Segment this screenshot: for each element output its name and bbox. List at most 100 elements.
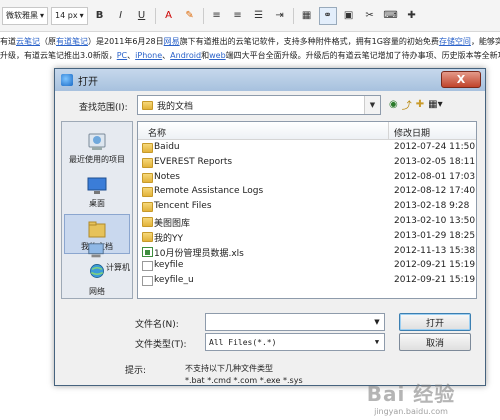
dialog-title: 打开 <box>78 76 98 88</box>
toolbar-divider <box>202 7 204 24</box>
close-button[interactable]: X <box>441 71 481 88</box>
close-icon: X <box>456 73 466 86</box>
place-network[interactable]: 网络 <box>64 282 130 298</box>
filetype-label: 文件类型(T): <box>135 340 187 350</box>
folder-icon <box>142 157 153 168</box>
text-segment: 和 <box>201 51 210 60</box>
chevron-down-icon: ▾ <box>40 11 45 20</box>
filetype-value: All Files(*.*) <box>209 337 277 347</box>
highlight-icon[interactable]: ✎ <box>181 7 199 25</box>
file-date: 2012-11-13 15:38 <box>394 245 476 256</box>
more-icon[interactable]: ✚ <box>403 7 421 25</box>
dialog-titlebar[interactable]: 打开 X <box>55 69 485 91</box>
up-folder-icon[interactable]: ⤴ <box>402 97 412 112</box>
list-icon[interactable]: ☰ <box>250 7 268 25</box>
link-icon[interactable]: ⚭ <box>318 6 337 25</box>
file-date: 2013-02-05 18:11 <box>394 156 476 167</box>
file-list[interactable]: 名称 修改日期 Baidu 2012-07-24 11:50 EVEREST Rep… <box>137 121 477 299</box>
link-wangyi[interactable]: 网易 <box>164 37 180 46</box>
place-recent[interactable]: 最近使用的项目 <box>64 126 130 166</box>
editor-content[interactable]: 有道云笔记（原有道笔记）是2011年6月28日网易旗下有道推出的云笔记软件，支持… <box>0 32 500 64</box>
file-date: 2013-01-29 18:25 <box>394 230 476 241</box>
link-pc[interactable]: PC <box>117 51 127 60</box>
code-icon[interactable]: ⌨ <box>382 7 400 25</box>
text-segment: ，能够实时 <box>470 37 500 46</box>
file-name: Notes <box>154 171 180 182</box>
chevron-down-icon[interactable]: ▼ <box>370 314 384 330</box>
filetype-row: 文件类型(T): All Files(*.*) ▼ 取消 <box>55 333 485 353</box>
link-iphone[interactable]: iPhone <box>135 51 162 60</box>
file-row[interactable]: keyfile 2012-09-21 15:19 <box>138 259 476 274</box>
align-left-icon[interactable]: ≡ <box>208 7 226 25</box>
indent-icon[interactable]: ⇥ <box>271 7 289 25</box>
bold-icon[interactable]: B <box>91 7 109 25</box>
editor-line-2: 升级，有道云笔记推出3.0新版，PC、iPhone、Android和web端四大… <box>0 49 500 63</box>
file-row[interactable]: Remote Assistance Logs 2012-08-12 17:40 <box>138 185 476 200</box>
link-web[interactable]: web <box>209 51 226 60</box>
file-row[interactable]: Notes 2012-08-01 17:03 <box>138 171 476 186</box>
attachment-icon[interactable]: ✂ <box>361 7 379 25</box>
file-row[interactable]: Tencent Files 2013-02-18 9:28 <box>138 200 476 215</box>
font-size-select[interactable]: 14 px ▾ <box>51 6 88 25</box>
text-segment: ）是2011年6月28日 <box>88 37 164 46</box>
cancel-button-label: 取消 <box>425 338 444 349</box>
file-row[interactable]: keyfile_u 2012-09-21 15:19 <box>138 274 476 289</box>
file-row[interactable]: EVEREST Reports 2013-02-05 18:11 <box>138 156 476 171</box>
column-divider[interactable] <box>388 122 389 139</box>
place-label: 桌面 <box>89 199 105 208</box>
file-date: 2012-07-24 11:50 <box>394 142 476 152</box>
link-android[interactable]: Android <box>170 51 201 60</box>
place-desktop[interactable]: 桌面 <box>64 170 130 210</box>
font-size-value: 14 px <box>55 11 78 20</box>
baidu-jingyan-watermark: Bai 经验 jingyan.baidu.com <box>336 380 486 416</box>
column-header-date[interactable]: 修改日期 <box>394 126 430 139</box>
font-color-icon[interactable]: A <box>160 7 178 25</box>
editor-toolbar: 微软雅黑 ▾ 14 px ▾ B I U A ✎ ≡ ≡ ☰ ⇥ ▦ ⚭ ▣ ✂… <box>0 0 500 32</box>
place-label: 网络 <box>89 287 105 296</box>
back-icon[interactable]: ◉ <box>389 99 398 110</box>
filetype-select[interactable]: All Files(*.*) ▼ <box>205 333 385 351</box>
watermark-logo: Bai 经验 <box>366 382 456 406</box>
text-segment: 有道 <box>0 37 16 46</box>
text-segment: 旗下有道推出的云笔记软件，支持多种附件格式，拥有1G容量的初始免费 <box>179 37 439 46</box>
toolbar-divider <box>292 7 294 24</box>
file-name: EVEREST Reports <box>154 156 233 167</box>
file-row[interactable]: 我的YY 2013-01-29 18:25 <box>138 230 476 245</box>
file-date: 2013-02-10 13:50 <box>394 215 476 226</box>
file-name: Baidu <box>154 142 180 152</box>
file-row[interactable]: 10月份管理员数据.xls 2012-11-13 15:38 <box>138 245 476 260</box>
align-center-icon[interactable]: ≡ <box>229 7 247 25</box>
nav-tools: ◉ ⤴ ✚ ▦▾ <box>389 97 443 112</box>
chevron-down-icon: ▾ <box>79 11 84 20</box>
look-in-row: 查找范围(I): 我的文档 ▼ ◉ ⤴ ✚ ▦▾ <box>55 95 485 117</box>
look-in-label: 查找范围(I): <box>79 103 128 113</box>
link-storage[interactable]: 存储空间 <box>439 37 471 46</box>
documents-icon <box>88 221 106 238</box>
new-folder-icon[interactable]: ✚ <box>416 99 424 110</box>
cancel-button[interactable]: 取消 <box>399 333 471 351</box>
chevron-down-icon[interactable]: ▼ <box>370 334 384 350</box>
look-in-select[interactable]: 我的文档 ▼ <box>137 95 381 115</box>
text-segment: 端四大平台全面升级。升级后的有道云笔记增加了待办事项、历史版本等全新功能， <box>225 51 500 60</box>
filename-label: 文件名(N): <box>135 320 179 330</box>
text-segment: 、 <box>127 51 136 60</box>
table-icon[interactable]: ▦ <box>298 7 316 25</box>
file-row[interactable]: Baidu 2012-07-24 11:50 <box>138 141 476 156</box>
view-menu-icon[interactable]: ▦▾ <box>428 99 442 110</box>
file-name: keyfile_u <box>154 275 194 286</box>
image-icon[interactable]: ▣ <box>340 7 358 25</box>
link-yunbiji[interactable]: 云笔记 <box>16 37 40 46</box>
italic-icon[interactable]: I <box>112 7 130 25</box>
place-label: 计算机 <box>106 263 130 272</box>
place-label: 最近使用的项目 <box>69 155 125 164</box>
places-bar: 最近使用的项目 桌面 我的文档 计算机 网络 <box>61 121 133 299</box>
column-header-name[interactable]: 名称 <box>148 126 166 139</box>
font-name-select[interactable]: 微软雅黑 ▾ <box>2 6 49 25</box>
link-youdaobiji[interactable]: 有道笔记 <box>56 37 88 46</box>
underline-icon[interactable]: U <box>133 7 151 25</box>
chevron-down-icon[interactable]: ▼ <box>364 96 380 114</box>
file-row[interactable]: 美图图库 2013-02-10 13:50 <box>138 215 476 230</box>
open-button[interactable]: 打开 <box>399 313 471 331</box>
text-segment: （原 <box>40 37 56 46</box>
filename-input[interactable]: ▼ <box>205 313 385 331</box>
